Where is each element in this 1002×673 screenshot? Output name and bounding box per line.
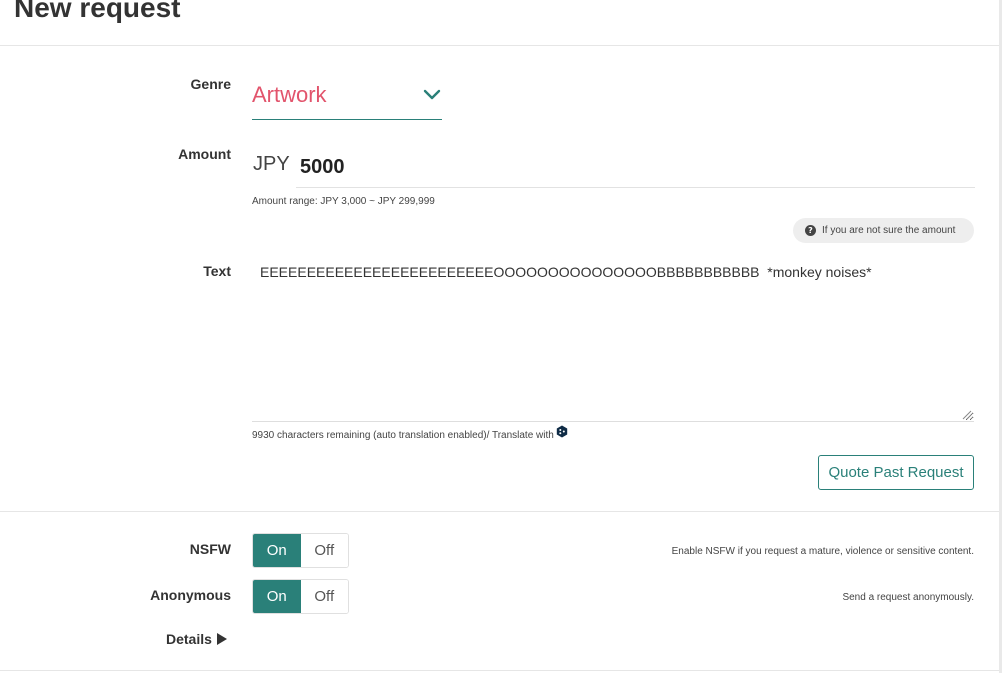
amount-input[interactable] (296, 148, 975, 188)
characters-remaining-text: 9930 characters remaining (auto translat… (252, 430, 554, 441)
title-divider (0, 45, 999, 46)
amount-help-label: If you are not sure the amount (822, 225, 956, 236)
amount-help-button[interactable]: ? If you are not sure the amount (793, 218, 974, 243)
nsfw-hint: Enable NSFW if you request a mature, vio… (671, 546, 974, 557)
genre-label: Genre (190, 76, 231, 92)
nsfw-on-button[interactable]: On (253, 534, 301, 567)
resize-handle-icon[interactable] (962, 410, 972, 420)
characters-remaining-note: 9930 characters remaining (auto translat… (252, 425, 568, 441)
section-divider (0, 511, 999, 512)
anonymous-label: Anonymous (150, 587, 231, 603)
nsfw-off-button[interactable]: Off (300, 534, 348, 567)
anonymous-toggle: On Off (252, 579, 349, 614)
anonymous-hint: Send a request anonymously. (842, 592, 974, 603)
currency-label: JPY (253, 153, 290, 175)
chevron-down-icon (423, 89, 441, 100)
details-label: Details (166, 631, 212, 647)
anonymous-off-button[interactable]: Off (300, 580, 348, 613)
anonymous-on-button[interactable]: On (253, 580, 301, 613)
nsfw-toggle: On Off (252, 533, 349, 568)
amount-label: Amount (178, 146, 231, 162)
request-text-area[interactable]: EEEEEEEEEEEEEEEEEEEEEEEEEOOOOOOOOOOOOOOO… (252, 258, 974, 422)
genre-select[interactable]: Artwork (252, 79, 442, 120)
triangle-right-icon (216, 633, 227, 645)
bottom-divider (0, 670, 999, 671)
text-label: Text (203, 263, 231, 279)
genre-value: Artwork (252, 82, 327, 107)
amount-range-note: Amount range: JPY 3,000 ~ JPY 299,999 (252, 196, 435, 207)
quote-past-request-button[interactable]: Quote Past Request (818, 455, 974, 490)
question-circle-icon: ? (805, 225, 816, 236)
nsfw-label: NSFW (189, 541, 231, 557)
details-toggle[interactable]: Details (166, 631, 227, 647)
deepl-icon[interactable] (556, 425, 568, 438)
page-title: New request (14, 0, 181, 23)
